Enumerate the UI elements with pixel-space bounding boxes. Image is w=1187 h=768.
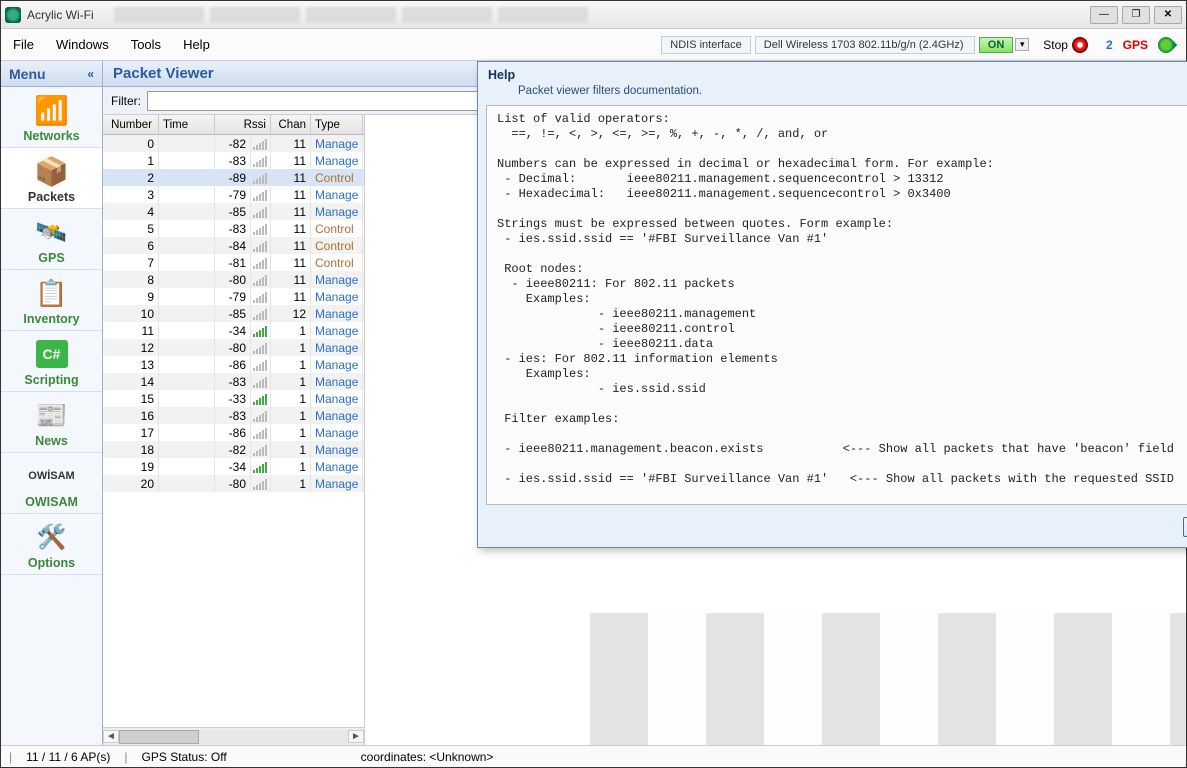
table-row[interactable]: 11-341Manage — [103, 322, 364, 339]
sidebar-item-options[interactable]: Options — [1, 514, 102, 575]
table-row[interactable]: 2-8911Control — [103, 169, 364, 186]
table-row[interactable]: 13-861Manage — [103, 356, 364, 373]
sidebar-title: Menu — [9, 66, 46, 82]
filter-label: Filter: — [111, 94, 141, 108]
table-row[interactable]: 1-8311Manage — [103, 152, 364, 169]
owisam-icon: OWİSAM — [28, 470, 74, 482]
gps-badge: GPS — [1123, 38, 1148, 52]
col-number[interactable]: Number — [103, 115, 159, 134]
table-row[interactable]: 17-861Manage — [103, 424, 364, 441]
table-row[interactable]: 8-8011Manage — [103, 271, 364, 288]
scripting-icon: C# — [36, 340, 68, 368]
leaf-icon[interactable] — [1155, 33, 1178, 56]
help-dialog: Help Packet viewer filters documentation… — [477, 61, 1187, 548]
table-row[interactable]: 14-831Manage — [103, 373, 364, 390]
sidebar-label: Networks — [1, 129, 102, 143]
interface-type[interactable]: NDIS interface — [661, 36, 751, 54]
sidebar-label: Options — [1, 556, 102, 570]
gps-icon — [32, 215, 72, 249]
stop-label: Stop — [1043, 38, 1068, 52]
table-row[interactable]: 18-821Manage — [103, 441, 364, 458]
inventory-icon — [32, 276, 72, 310]
table-row[interactable]: 3-7911Manage — [103, 186, 364, 203]
col-chan[interactable]: Chan — [271, 115, 311, 134]
status-bar: | 11 / 11 / 6 AP(s) | GPS Status: Off co… — [1, 745, 1186, 767]
sidebar: Menu « Networks Packets GPS Inventory C#… — [1, 61, 103, 745]
sidebar-item-news[interactable]: News — [1, 392, 102, 453]
table-row[interactable]: 20-801Manage — [103, 475, 364, 492]
sidebar-item-packets[interactable]: Packets — [1, 148, 102, 209]
menu-help[interactable]: Help — [183, 37, 210, 52]
networks-icon — [32, 93, 72, 127]
status-aps: 11 / 11 / 6 AP(s) — [26, 750, 110, 764]
background-tabs — [114, 7, 1090, 23]
table-row[interactable]: 12-801Manage — [103, 339, 364, 356]
menu-tools[interactable]: Tools — [131, 37, 161, 52]
sidebar-item-owisam[interactable]: OWİSAM OWISAM — [1, 453, 102, 514]
sidebar-label: News — [1, 434, 102, 448]
horizontal-scrollbar[interactable]: ◄ ► — [103, 727, 364, 745]
news-icon — [32, 398, 72, 432]
col-time[interactable]: Time — [159, 115, 215, 134]
table-row[interactable]: 9-7911Manage — [103, 288, 364, 305]
dialog-subtitle: Packet viewer filters documentation. — [518, 85, 1187, 97]
packet-grid[interactable]: Number Time Rssi Chan Type 0-8211Manage1… — [103, 115, 365, 745]
interface-name[interactable]: Dell Wireless 1703 802.11b/g/n (2.4GHz) — [755, 36, 975, 54]
scroll-left-icon[interactable]: ◄ — [103, 730, 119, 743]
table-row[interactable]: 15-331Manage — [103, 390, 364, 407]
options-icon — [32, 520, 72, 554]
sidebar-label: Scripting — [1, 373, 102, 387]
titlebar: Acrylic Wi-Fi — ❐ ✕ — [1, 1, 1186, 29]
table-row[interactable]: 6-8411Control — [103, 237, 364, 254]
maximize-button[interactable]: ❐ — [1122, 6, 1150, 24]
content-area: Packet Viewer Filter: Apply Clear Help E… — [103, 61, 1186, 745]
grid-header: Number Time Rssi Chan Type — [103, 115, 364, 135]
sidebar-header[interactable]: Menu « — [1, 61, 102, 87]
packet-count-badge: 2 — [1106, 38, 1113, 52]
sidebar-item-networks[interactable]: Networks — [1, 87, 102, 148]
interface-dropdown[interactable]: ▾ — [1015, 38, 1029, 51]
table-row[interactable]: 5-8311Control — [103, 220, 364, 237]
app-icon — [5, 7, 21, 23]
sidebar-label: Inventory — [1, 312, 102, 326]
sidebar-item-scripting[interactable]: C# Scripting — [1, 331, 102, 392]
minimize-button[interactable]: — — [1090, 6, 1118, 24]
close-button[interactable]: ✕ — [1154, 6, 1182, 24]
status-coords: coordinates: <Unknown> — [361, 750, 494, 764]
ok-button[interactable]: OK — [1183, 517, 1187, 537]
sidebar-label: GPS — [1, 251, 102, 265]
menu-windows[interactable]: Windows — [56, 37, 109, 52]
table-row[interactable]: 16-831Manage — [103, 407, 364, 424]
menu-file[interactable]: File — [13, 37, 34, 52]
dialog-title: Help — [488, 68, 515, 82]
menubar: File Windows Tools Help NDIS interface D… — [1, 29, 1186, 61]
sidebar-item-inventory[interactable]: Inventory — [1, 270, 102, 331]
table-row[interactable]: 0-8211Manage — [103, 135, 364, 152]
packets-icon — [32, 154, 72, 188]
col-type[interactable]: Type — [311, 115, 363, 134]
sidebar-label: Packets — [1, 190, 102, 204]
stop-button[interactable] — [1072, 37, 1088, 53]
sidebar-item-gps[interactable]: GPS — [1, 209, 102, 270]
grid-body[interactable]: 0-8211Manage1-8311Manage2-8911Control3-7… — [103, 135, 364, 727]
app-title: Acrylic Wi-Fi — [27, 8, 94, 22]
sidebar-label: OWISAM — [1, 495, 102, 509]
hex-stripes — [590, 613, 1186, 745]
collapse-icon[interactable]: « — [87, 67, 94, 81]
scroll-right-icon[interactable]: ► — [348, 730, 364, 743]
dialog-body[interactable]: List of valid operators: ==, !=, <, >, <… — [486, 105, 1187, 505]
table-row[interactable]: 4-8511Manage — [103, 203, 364, 220]
table-row[interactable]: 10-8512Manage — [103, 305, 364, 322]
interface-on-button[interactable]: ON — [979, 37, 1014, 53]
table-row[interactable]: 7-8111Control — [103, 254, 364, 271]
col-rssi[interactable]: Rssi — [215, 115, 271, 134]
table-row[interactable]: 19-341Manage — [103, 458, 364, 475]
scroll-thumb[interactable] — [119, 730, 199, 744]
status-gps: GPS Status: Off — [142, 750, 227, 764]
